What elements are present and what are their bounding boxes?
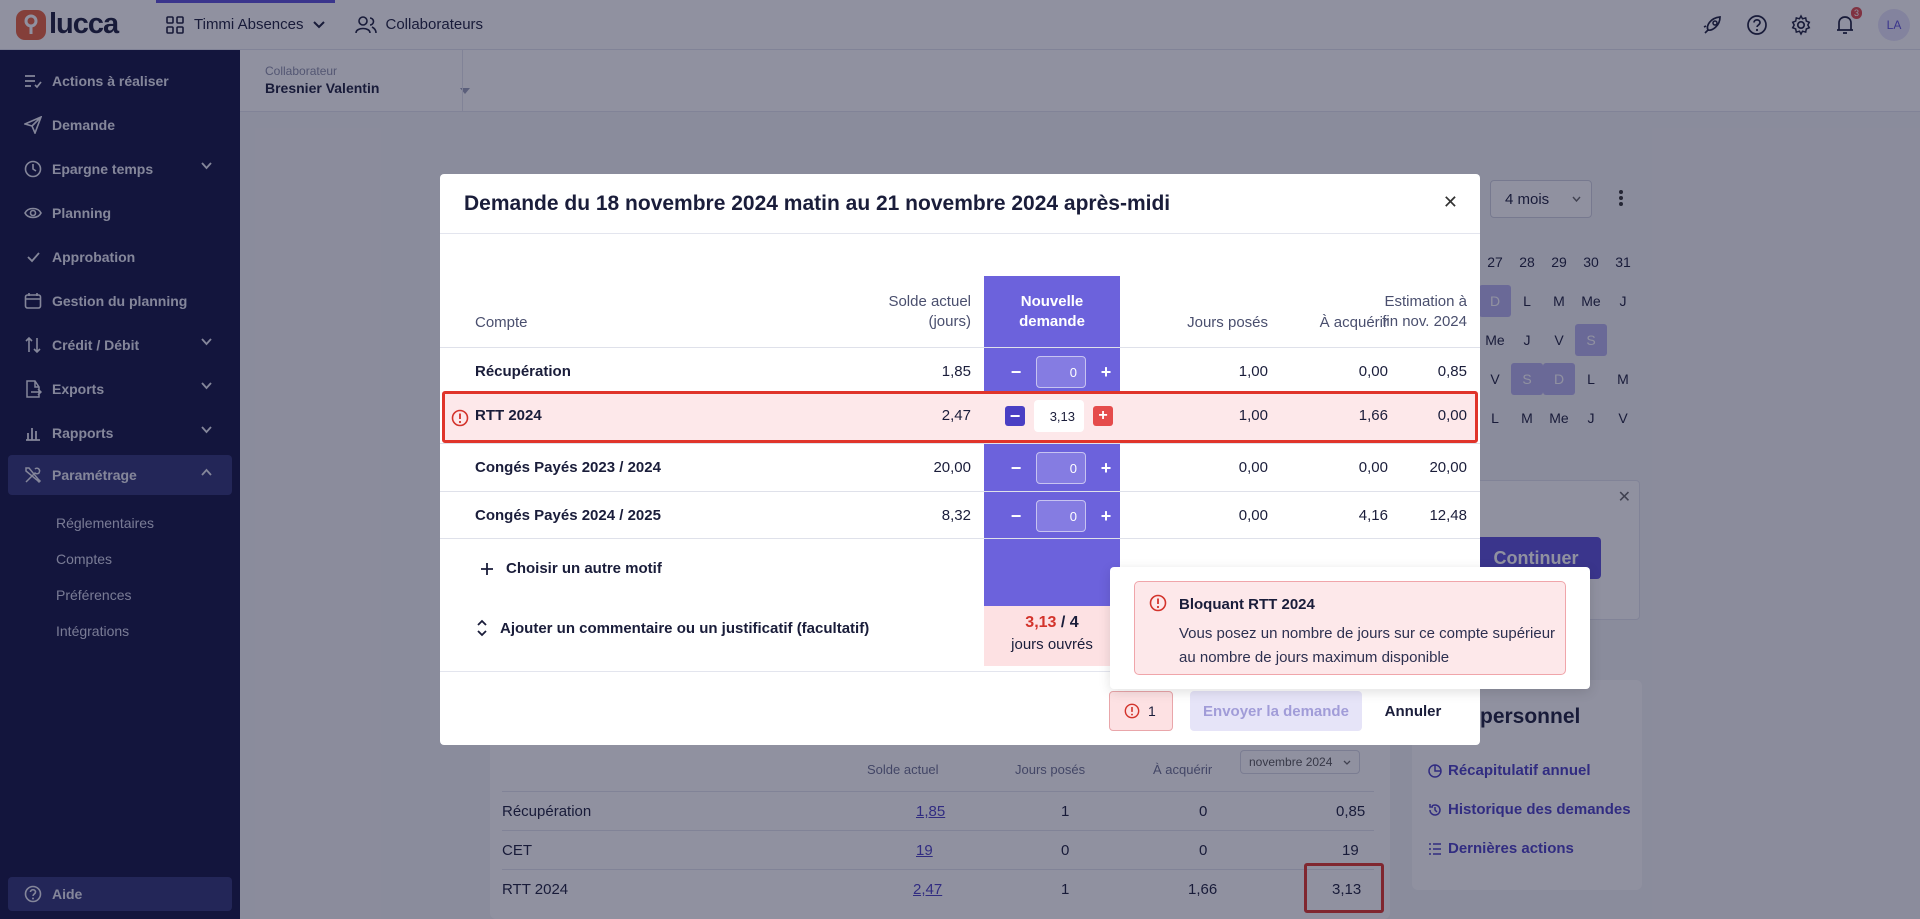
quantity-stepper: − 0 + [1005, 500, 1117, 532]
header-line: (jours) [928, 313, 971, 330]
plus-button[interactable]: + [1095, 505, 1117, 527]
header-line: Estimation à [1384, 293, 1467, 310]
header-line: Nouvelle [1020, 293, 1084, 310]
error-icon [451, 409, 469, 427]
total-unit: jours ouvrés [1011, 636, 1093, 653]
header-line: Solde actuel [888, 293, 971, 310]
error-title: Bloquant RTT 2024 [1179, 596, 1315, 613]
cell-acquerir: 0,00 [1358, 459, 1388, 476]
minus-button[interactable]: − [1005, 457, 1027, 479]
add-motif-button[interactable]: Choisir un autre motif [480, 560, 662, 577]
quantity-input[interactable]: 0 [1036, 452, 1086, 484]
header-line: fin nov. 2024 [1382, 313, 1467, 330]
cell-estimation: 0,00 [1437, 407, 1467, 424]
column-header-new-request: Nouvelle demande [984, 292, 1120, 332]
table-row: Congés Payés 2024 / 2025 8,32 − 0 + 0,00… [440, 491, 1480, 539]
header-line: demande [1019, 313, 1085, 330]
cancel-button[interactable]: Annuler [1370, 691, 1456, 731]
cell-solde: 20,00 [933, 459, 971, 476]
cell-solde: 2,47 [941, 407, 971, 424]
account-name: Récupération [475, 363, 571, 380]
column-header-solde: Solde actuel (jours) [840, 292, 971, 332]
cell-poses: 1,00 [1238, 407, 1268, 424]
table-row: Congés Payés 2023 / 2024 20,00 − 0 + 0,0… [440, 443, 1480, 491]
error-text: Vous posez un nombre de jours sur ce com… [1179, 625, 1556, 666]
cell-acquerir: 0,00 [1358, 363, 1388, 380]
quantity-stepper: − 0 + [1005, 356, 1117, 388]
cell-estimation: 20,00 [1429, 459, 1467, 476]
minus-button[interactable]: − [1005, 361, 1027, 383]
plus-button[interactable]: + [1095, 361, 1117, 383]
minus-button[interactable]: − [1005, 505, 1027, 527]
error-popover: Bloquant RTT 2024 Vous posez un nombre d… [1110, 567, 1590, 689]
cell-poses: 1,00 [1238, 363, 1268, 380]
error-icon [1124, 703, 1140, 719]
add-comment-toggle[interactable]: Ajouter un commentaire ou un justificati… [476, 619, 869, 637]
expand-icon [477, 619, 487, 637]
total-requested: 3,13 [1025, 614, 1057, 631]
plus-button[interactable]: + [1095, 457, 1117, 479]
minus-button[interactable]: − [1005, 406, 1025, 426]
cell-solde: 8,32 [941, 507, 971, 524]
modal-title: Demande du 18 novembre 2024 matin au 21 … [464, 192, 1171, 215]
cell-acquerir: 4,16 [1358, 507, 1388, 524]
error-icon [1149, 594, 1167, 612]
quantity-input[interactable]: 0 [1036, 356, 1086, 388]
account-name: Congés Payés 2023 / 2024 [475, 459, 661, 476]
cell-solde: 1,85 [941, 363, 971, 380]
error-message-box: Bloquant RTT 2024 Vous posez un nombre d… [1134, 581, 1566, 675]
column-header-compte: Compte [475, 314, 528, 331]
quantity-stepper: − 0 + [1005, 452, 1117, 484]
account-name: RTT 2024 [475, 407, 542, 424]
table-row: Récupération 1,85 − 0 + 1,00 0,00 0,85 [440, 347, 1480, 395]
error-count: 1 [1148, 703, 1156, 719]
column-header-estimation: Estimation à fin nov. 2024 [1340, 292, 1467, 332]
quantity-input[interactable]: 3,13 [1034, 400, 1084, 432]
plus-icon [481, 562, 493, 575]
error-count-chip[interactable]: 1 [1109, 691, 1173, 731]
divider [440, 233, 1480, 234]
column-header-jours-poses: Jours posés [1187, 314, 1268, 331]
plus-button[interactable]: + [1093, 406, 1113, 426]
send-request-button[interactable]: Envoyer la demande [1190, 691, 1362, 731]
table-row-error: RTT 2024 2,47 − 3,13 + 1,00 1,66 0,00 [442, 391, 1478, 443]
quantity-input[interactable]: 0 [1036, 500, 1086, 532]
total-separator: / [1056, 614, 1070, 631]
cell-estimation: 12,48 [1429, 507, 1467, 524]
cell-acquerir: 1,66 [1358, 407, 1388, 424]
add-comment-label: Ajouter un commentaire ou un justificati… [500, 619, 870, 637]
close-icon[interactable]: ✕ [1443, 192, 1458, 213]
cell-poses: 0,00 [1238, 459, 1268, 476]
total-days: 3,13 / 4 [984, 614, 1120, 632]
add-motif-label: Choisir un autre motif [506, 560, 662, 577]
account-name: Congés Payés 2024 / 2025 [475, 507, 661, 524]
cell-poses: 0,00 [1238, 507, 1268, 524]
total-max: 4 [1069, 614, 1079, 631]
total-days-box: 3,13 / 4 jours ouvrés [984, 606, 1120, 666]
quantity-stepper: − 3,13 + [1005, 400, 1113, 432]
cell-estimation: 0,85 [1437, 363, 1467, 380]
